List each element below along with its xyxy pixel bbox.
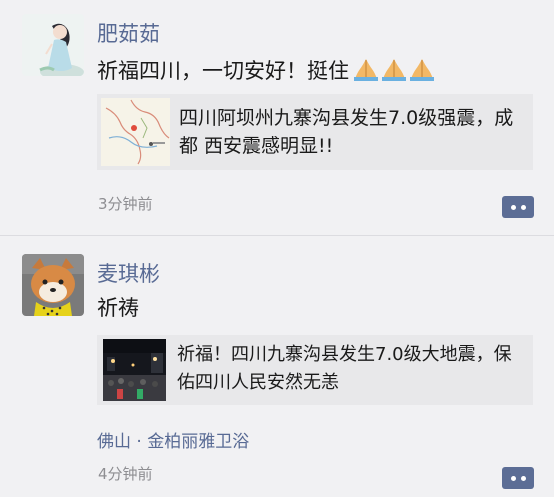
comment-more-button[interactable] bbox=[502, 467, 534, 489]
dot-icon bbox=[520, 475, 526, 481]
comment-more-button[interactable] bbox=[502, 196, 534, 218]
post-text: 祈福四川，一切安好！挺住 bbox=[97, 55, 437, 85]
moment-post: 麦琪彬 祈祷 祈福！四川九寨沟县发生7.0级大地震，保佑四川人民安然无恙 佛山 … bbox=[0, 237, 554, 497]
author-name[interactable]: 麦琪彬 bbox=[97, 258, 160, 288]
emoji-group bbox=[353, 57, 437, 81]
shiba-dog-avatar-icon bbox=[22, 254, 84, 316]
moment-post: 肥茹茹 祈福四川，一切安好！挺住 四川阿坝州九寨沟县发生7.0级强震，成都 西安… bbox=[0, 0, 554, 236]
post-divider bbox=[0, 235, 554, 236]
author-name[interactable]: 肥茹茹 bbox=[97, 18, 160, 48]
folded-hands-icon bbox=[409, 57, 435, 81]
dot-icon bbox=[510, 204, 516, 210]
link-title: 四川阿坝州九寨沟县发生7.0级强震，成都 西安震感明显!! bbox=[179, 107, 514, 157]
map-thumbnail-icon bbox=[101, 98, 170, 166]
folded-hands-icon bbox=[353, 57, 379, 81]
dot-icon bbox=[510, 475, 516, 481]
post-text: 祈祷 bbox=[97, 296, 139, 320]
dot-icon bbox=[520, 204, 526, 210]
link-title: 祈福！四川九寨沟县发生7.0级大地震，保佑四川人民安然无恙 bbox=[177, 344, 512, 393]
night-street-thumbnail-icon bbox=[103, 339, 166, 401]
girl-avatar-icon bbox=[22, 14, 84, 76]
location-link[interactable]: 佛山 · 金柏丽雅卫浴 bbox=[97, 427, 249, 452]
avatar[interactable] bbox=[22, 254, 84, 316]
post-time: 3分钟前 bbox=[98, 195, 153, 213]
post-time: 4分钟前 bbox=[98, 465, 153, 483]
post-text-content: 祈福四川，一切安好！挺住 bbox=[97, 59, 349, 83]
shared-link-card[interactable]: 祈福！四川九寨沟县发生7.0级大地震，保佑四川人民安然无恙 bbox=[97, 335, 533, 405]
shared-link-card[interactable]: 四川阿坝州九寨沟县发生7.0级强震，成都 西安震感明显!! bbox=[97, 94, 533, 170]
avatar[interactable] bbox=[22, 14, 84, 76]
folded-hands-icon bbox=[381, 57, 407, 81]
